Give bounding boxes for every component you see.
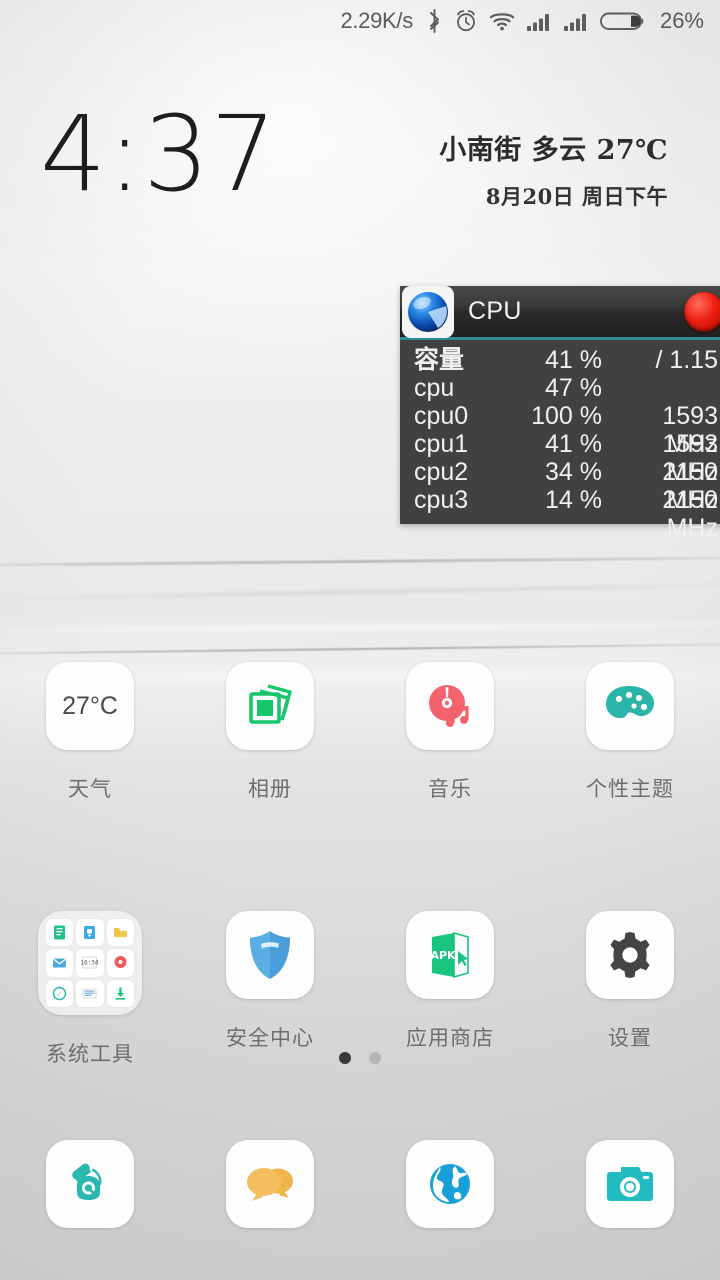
battery-percent-text: 26%: [659, 8, 704, 33]
cpu-row-freq: 2150 MHz: [662, 486, 718, 542]
cpu-row-percent: 41 %: [545, 346, 602, 374]
phone-icon[interactable]: [46, 1140, 134, 1228]
app-label: 安全中心: [226, 1026, 314, 1050]
app-label: 应用商店: [406, 1026, 494, 1050]
app-row-2: 16:34 系统工具 安全中心 APK 应用商店 设置: [0, 911, 720, 1068]
globe-icon[interactable]: [406, 1140, 494, 1228]
alarm-icon: [454, 9, 478, 33]
cpu-widget-header: CPU: [400, 285, 720, 340]
music-disc-icon[interactable]: [406, 662, 494, 750]
bluetooth-icon: [426, 9, 443, 33]
folder-icon[interactable]: 16:34: [38, 911, 142, 1015]
page-indicator: [0, 1052, 720, 1064]
weather-temperature-icon[interactable]: 27°C: [46, 662, 134, 750]
cpu-widget-body: 容量 41 % / 1.15 cpu 47 % cpu0 100 % 1593 …: [400, 340, 720, 542]
cpu-row: cpu2 34 % 2150 MHz: [400, 458, 720, 514]
cpu-row: 容量 41 % / 1.15: [400, 345, 720, 375]
svg-text:16:34: 16:34: [81, 960, 98, 967]
weather-widget[interactable]: 小南街 多云 27℃ 8月20日 周日下午: [439, 128, 668, 211]
mini-app-icon: 16:34: [76, 949, 104, 977]
red-close-button[interactable]: [684, 291, 720, 332]
app-label: 个性主题: [586, 777, 674, 801]
dock-item-messages[interactable]: [180, 1140, 360, 1228]
app-grid: 27°C 天气 相册 音乐 个性主题 16:34 系统工具 安全中心 APK 应…: [0, 662, 720, 1068]
cpu-monitor-widget[interactable]: CPU 容量 41 % / 1.15 cpu 47 % cpu0 100 % 1…: [400, 285, 720, 542]
mini-app-icon: [76, 979, 104, 1007]
wifi-icon: [489, 10, 515, 32]
cpu-row-name: cpu1: [414, 430, 469, 458]
dock-item-browser[interactable]: [360, 1140, 540, 1228]
cpu-widget-title: CPU: [468, 297, 522, 325]
app-label: 相册: [248, 777, 292, 801]
dock-item-phone[interactable]: [0, 1140, 180, 1228]
mini-app-icon: [46, 979, 74, 1007]
cpu-row-percent: 47 %: [545, 374, 602, 402]
weather-icon-value: 27°C: [62, 691, 118, 720]
cpu-row-name: cpu2: [414, 458, 469, 486]
mini-app-icon: [106, 979, 134, 1007]
cpu-row-percent: 34 %: [545, 458, 602, 486]
cpu-row-name: 容量: [414, 345, 465, 374]
folder-system-tools[interactable]: 16:34 系统工具: [0, 911, 180, 1068]
mini-app-icon: [76, 919, 104, 947]
signal-1-icon: [526, 10, 552, 32]
cpu-row-name: cpu3: [414, 486, 469, 514]
cpu-row: cpu0 100 % 1593 MHz: [400, 402, 720, 458]
gallery-icon[interactable]: [226, 662, 314, 750]
app-store[interactable]: APK 应用商店: [360, 911, 540, 1068]
cpu-row-name: cpu: [414, 374, 455, 402]
page-dot[interactable]: [369, 1052, 381, 1064]
cpu-row-freq: / 1.15: [655, 346, 718, 374]
chat-bubbles-icon[interactable]: [226, 1140, 314, 1228]
status-bar[interactable]: 2.29K/s 26%: [0, 0, 720, 42]
app-label: 音乐: [428, 777, 472, 801]
mini-app-icon: [46, 919, 74, 947]
clock-widget[interactable]: 4:37: [40, 93, 278, 215]
network-speed-text: 2.29K/s: [340, 8, 413, 33]
cpu-row-name: cpu0: [414, 402, 469, 430]
app-theme[interactable]: 个性主题: [540, 662, 720, 803]
cpu-row-percent: 100 %: [531, 402, 602, 430]
svg-text:APK: APK: [430, 949, 456, 962]
app-label: 设置: [608, 1026, 652, 1050]
app-music[interactable]: 音乐: [360, 662, 540, 803]
theme-palette-icon[interactable]: [586, 662, 674, 750]
dock-item-camera[interactable]: [540, 1140, 720, 1228]
apk-store-icon[interactable]: APK: [406, 911, 494, 999]
app-gallery[interactable]: 相册: [180, 662, 360, 803]
app-settings[interactable]: 设置: [540, 911, 720, 1068]
cpu-row: cpu 47 %: [400, 374, 720, 402]
cpu-row: cpu3 14 % 2150 MHz: [400, 486, 720, 542]
cpu-row-percent: 41 %: [545, 430, 602, 458]
camera-icon[interactable]: [586, 1140, 674, 1228]
date-text: 8月20日 周日下午: [485, 184, 668, 209]
page-dot-active[interactable]: [339, 1052, 351, 1064]
app-security[interactable]: 安全中心: [180, 911, 360, 1068]
mini-app-icon: [46, 949, 74, 977]
clock-time-text: 4:37: [40, 93, 278, 215]
mini-app-icon: [106, 919, 134, 947]
shield-icon[interactable]: [226, 911, 314, 999]
app-row-1: 27°C 天气 相册 音乐 个性主题: [0, 662, 720, 803]
cpu-row: cpu1 41 % 1593 MHz: [400, 430, 720, 486]
weather-summary-text: 小南街 多云 27℃: [439, 135, 668, 166]
dock: [0, 1140, 720, 1228]
cpu-row-percent: 14 %: [545, 486, 602, 514]
blue-sphere-icon: [402, 285, 454, 338]
signal-2-icon: [563, 10, 589, 32]
mini-app-icon: [106, 949, 134, 977]
app-weather[interactable]: 27°C 天气: [0, 662, 180, 803]
app-label: 天气: [68, 777, 112, 801]
battery-icon: [600, 9, 646, 33]
gear-icon[interactable]: [586, 911, 674, 999]
